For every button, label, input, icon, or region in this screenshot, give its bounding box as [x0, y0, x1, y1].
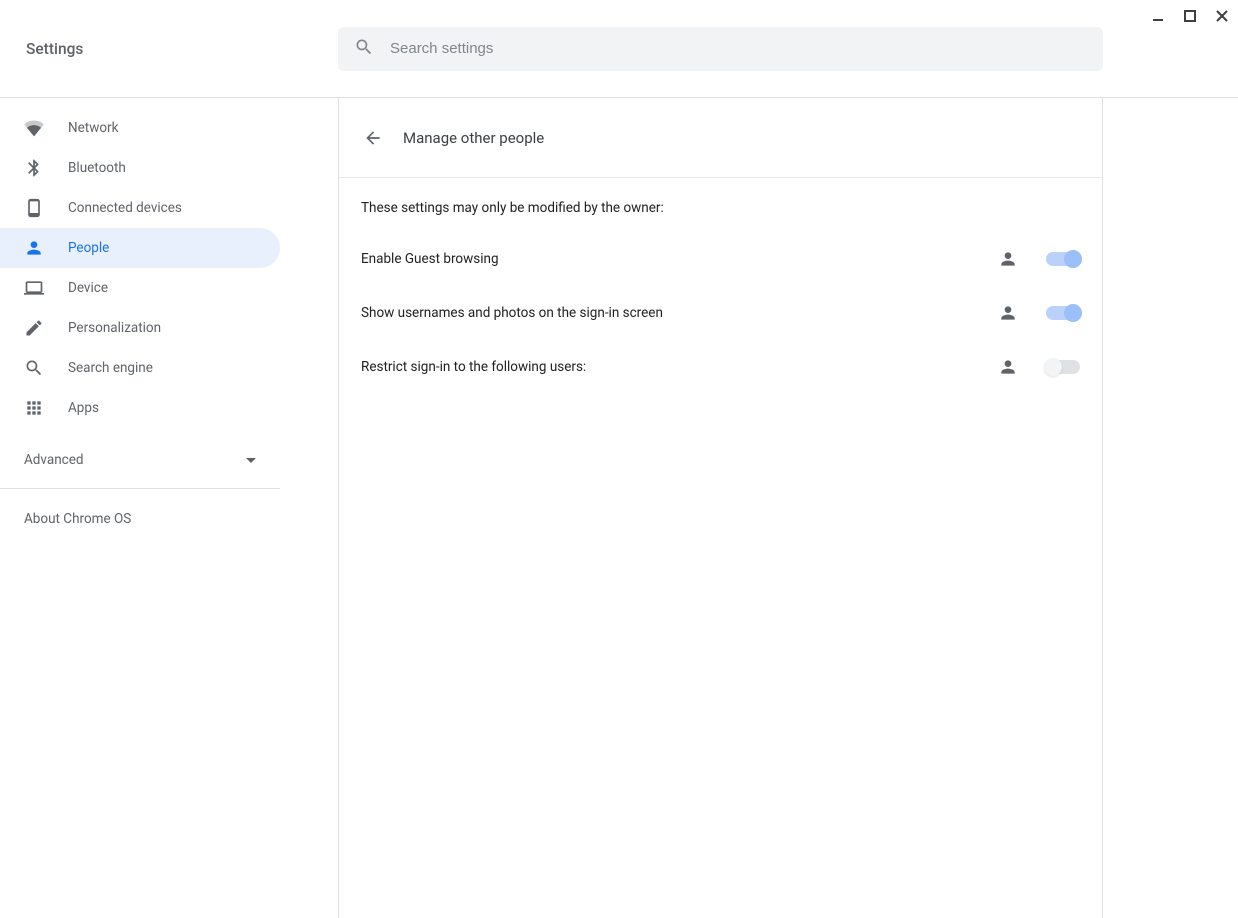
- setting-restrict-signin: Restrict sign-in to the following users:: [361, 340, 1080, 394]
- search-box[interactable]: [338, 27, 1103, 71]
- search-icon: [354, 37, 374, 61]
- arrow-back-icon: [363, 128, 383, 148]
- sidebar-item-network[interactable]: Network: [0, 108, 280, 148]
- sidebar-about-label: About Chrome OS: [24, 511, 131, 527]
- person-icon: [24, 238, 44, 258]
- sidebar-item-search-engine[interactable]: Search engine: [0, 348, 280, 388]
- sidebar-item-bluetooth[interactable]: Bluetooth: [0, 148, 280, 188]
- setting-guest-browsing: Enable Guest browsing: [361, 232, 1080, 286]
- toggle-guest-browsing[interactable]: [1046, 252, 1080, 266]
- sidebar-item-device[interactable]: Device: [0, 268, 280, 308]
- sidebar-item-connected-devices[interactable]: Connected devices: [0, 188, 280, 228]
- sidebar-item-label: Bluetooth: [68, 160, 126, 176]
- owner-indicator-icon: [998, 303, 1018, 323]
- maximize-button[interactable]: [1182, 8, 1198, 24]
- sidebar-item-people[interactable]: People: [0, 228, 280, 268]
- toggle-restrict-signin[interactable]: [1046, 360, 1080, 374]
- app-header: Settings: [0, 0, 1238, 98]
- owner-indicator-icon: [998, 249, 1018, 269]
- back-button[interactable]: [361, 126, 385, 150]
- laptop-icon: [24, 278, 44, 298]
- pen-icon: [24, 318, 44, 338]
- apps-grid-icon: [24, 398, 44, 418]
- caret-down-icon: [246, 458, 256, 463]
- setting-label: Restrict sign-in to the following users:: [361, 359, 998, 375]
- setting-show-usernames: Show usernames and photos on the sign-in…: [361, 286, 1080, 340]
- app-title: Settings: [26, 40, 338, 58]
- bluetooth-icon: [24, 158, 44, 178]
- sidebar-item-label: Network: [68, 120, 118, 136]
- sidebar-item-label: Device: [68, 280, 108, 296]
- main-content: Manage other people These settings may o…: [280, 98, 1238, 918]
- sidebar-item-label: Apps: [68, 400, 99, 416]
- sidebar: Network Bluetooth Connected devices Peop…: [0, 98, 280, 918]
- sidebar-item-label: Personalization: [68, 320, 161, 336]
- setting-label: Enable Guest browsing: [361, 251, 998, 267]
- sidebar-advanced-toggle[interactable]: Advanced: [0, 440, 280, 480]
- owner-notice: These settings may only be modified by t…: [361, 200, 1080, 216]
- settings-card: Manage other people These settings may o…: [338, 98, 1103, 918]
- sidebar-item-label: Search engine: [68, 360, 153, 376]
- sidebar-item-about[interactable]: About Chrome OS: [0, 497, 280, 541]
- minimize-button[interactable]: [1150, 8, 1166, 24]
- sidebar-advanced-label: Advanced: [24, 452, 84, 468]
- subpage-title: Manage other people: [403, 129, 544, 147]
- close-button[interactable]: [1214, 8, 1230, 24]
- sidebar-item-personalization[interactable]: Personalization: [0, 308, 280, 348]
- toggle-show-usernames[interactable]: [1046, 306, 1080, 320]
- phone-icon: [24, 198, 44, 218]
- setting-label: Show usernames and photos on the sign-in…: [361, 305, 998, 321]
- owner-indicator-icon: [998, 357, 1018, 377]
- search-input[interactable]: [390, 40, 1087, 57]
- sidebar-item-apps[interactable]: Apps: [0, 388, 280, 428]
- sidebar-item-label: People: [68, 240, 109, 256]
- sidebar-divider: [0, 488, 280, 489]
- window-controls: [1150, 8, 1230, 24]
- wifi-icon: [24, 118, 44, 138]
- search-icon: [24, 358, 44, 378]
- subpage-header: Manage other people: [339, 98, 1102, 178]
- sidebar-item-label: Connected devices: [68, 200, 182, 216]
